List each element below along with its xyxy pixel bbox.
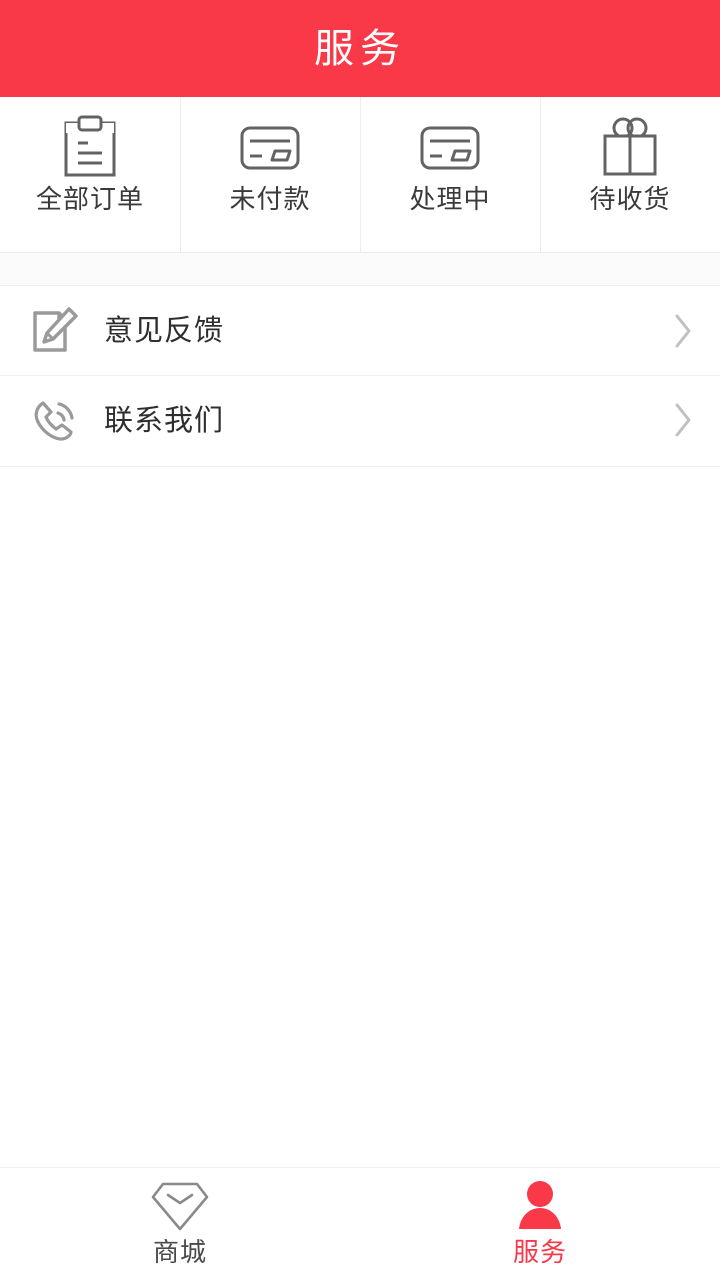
- grid-item-label: 待收货: [589, 185, 671, 215]
- bottom-tab-bar: 商城 服务: [0, 1167, 720, 1280]
- list-item-label: 联系我们: [104, 402, 225, 437]
- gift-box-icon: [599, 117, 661, 179]
- grid-item-label: 全部订单: [35, 185, 144, 215]
- chevron-right-icon: [668, 400, 698, 440]
- tab-service[interactable]: 服务: [360, 1168, 720, 1280]
- tab-label: 服务: [512, 1238, 567, 1268]
- tab-label: 商城: [152, 1238, 207, 1268]
- order-status-grid: 全部订单 未付款 处理中 待收货: [0, 97, 720, 253]
- grid-item-all-orders[interactable]: 全部订单: [0, 97, 180, 252]
- user-person-icon: [512, 1176, 568, 1234]
- diamond-icon: [149, 1176, 211, 1234]
- edit-document-icon: [28, 304, 82, 358]
- grid-item-label: 未付款: [229, 185, 311, 215]
- grid-item-awaiting-delivery[interactable]: 待收货: [540, 97, 720, 252]
- chevron-right-icon: [668, 311, 698, 351]
- credit-card-icon: [238, 117, 302, 179]
- credit-card-icon: [418, 117, 482, 179]
- page-header: 服务: [0, 0, 720, 97]
- list-item-contact-us[interactable]: 联系我们: [0, 375, 720, 464]
- list-item-feedback[interactable]: 意见反馈: [0, 286, 720, 375]
- grid-item-label: 处理中: [409, 185, 491, 215]
- page-title: 服务: [314, 25, 406, 72]
- grid-item-unpaid[interactable]: 未付款: [180, 97, 360, 252]
- service-list: 意见反馈 联系我们: [0, 285, 720, 467]
- content-empty-area: [0, 467, 720, 1167]
- list-item-label: 意见反馈: [104, 313, 225, 347]
- phone-call-icon: [28, 393, 82, 447]
- clipboard-icon: [59, 115, 121, 179]
- section-spacer: [0, 253, 720, 285]
- app-screen: 服务 全部订单 未付款 处理中 待收货 意见反馈 联系我们 商城 服务: [0, 0, 720, 1280]
- grid-item-processing[interactable]: 处理中: [360, 97, 540, 252]
- tab-mall[interactable]: 商城: [0, 1168, 360, 1280]
